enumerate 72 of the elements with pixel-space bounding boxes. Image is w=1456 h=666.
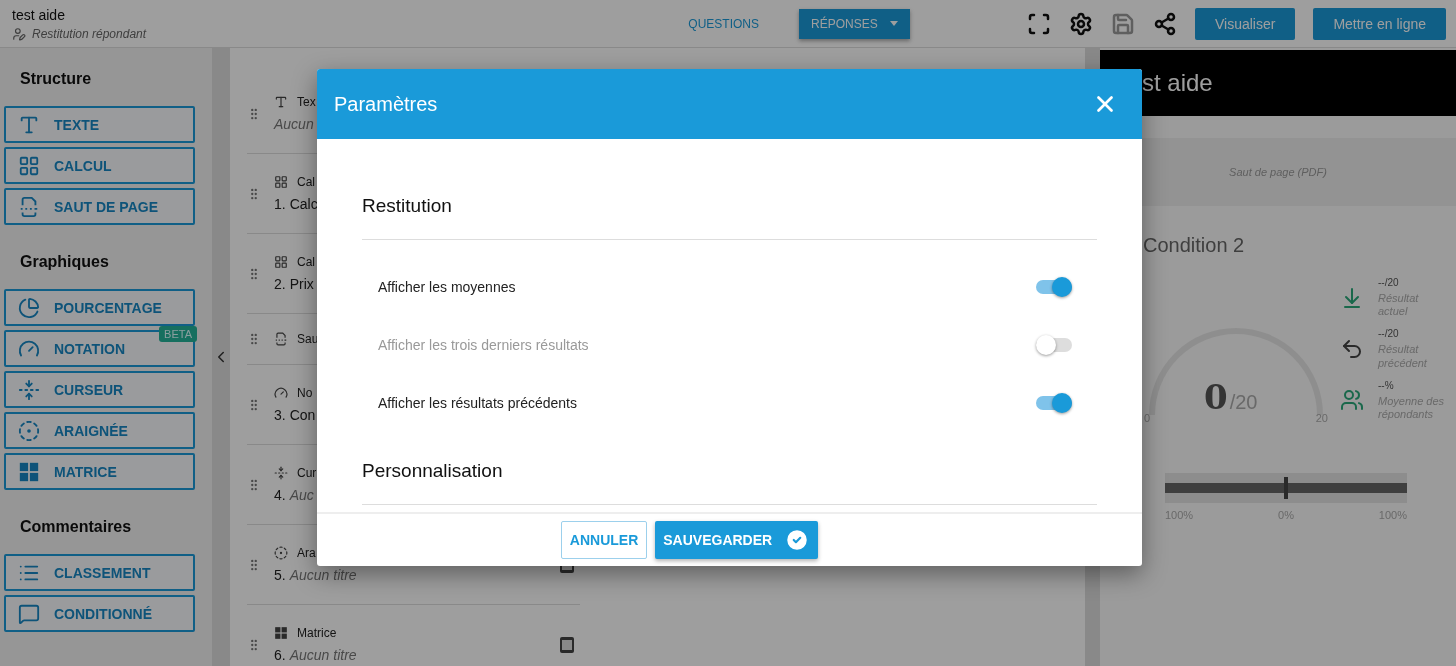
element-type: Matrice bbox=[297, 626, 337, 640]
element-button[interactable]: TEXTE bbox=[4, 106, 195, 143]
stat-value: --/20 bbox=[1378, 328, 1400, 340]
section-title: Graphiques bbox=[19, 252, 110, 272]
element-type-icon bbox=[274, 175, 288, 189]
toggle-switch[interactable] bbox=[1036, 280, 1072, 294]
element-button[interactable]: SAUT DE PAGE bbox=[4, 188, 195, 225]
tab[interactable]: RÉPONSES bbox=[799, 8, 910, 39]
setting-label: Afficher les résultats précédents bbox=[378, 395, 577, 411]
element-title: 6. Aucun titre bbox=[274, 647, 357, 663]
element-button[interactable]: CALCUL bbox=[4, 147, 195, 184]
project-title: test aide bbox=[12, 6, 66, 23]
element-title: 2. Prix bbox=[274, 276, 314, 292]
element-title: 1. Calc bbox=[274, 196, 318, 212]
element-type-icon bbox=[274, 546, 288, 560]
setting-label: Afficher les trois derniers résultats bbox=[378, 337, 589, 353]
section-title: Commentaires bbox=[19, 517, 133, 537]
toggle-switch[interactable] bbox=[1036, 396, 1072, 410]
cancel-button[interactable]: ANNULER bbox=[560, 521, 648, 559]
element-button[interactable]: CONDITIONNÉ bbox=[4, 595, 195, 632]
element-icon bbox=[18, 460, 40, 483]
settings-icon[interactable] bbox=[1068, 11, 1093, 36]
element-button[interactable]: POURCENTAGE bbox=[4, 289, 195, 326]
element-button[interactable]: CURSEUR bbox=[4, 371, 195, 408]
element-icon bbox=[18, 296, 40, 319]
settings-section-title: Personnalisation bbox=[362, 460, 1097, 505]
element-title: 4. Auc bbox=[274, 487, 314, 503]
element-type: Ara bbox=[297, 546, 316, 560]
tablet-icon[interactable] bbox=[560, 636, 574, 653]
dialog-title: Paramètres bbox=[334, 92, 438, 116]
element-title: 3. Con bbox=[274, 407, 316, 423]
element-button[interactable]: MATRICE bbox=[4, 453, 195, 490]
element-type-icon bbox=[274, 255, 288, 269]
gauge-value: 0 bbox=[1204, 377, 1228, 417]
stat-value: --/20 bbox=[1378, 277, 1400, 288]
beta-badge: BETA bbox=[159, 326, 197, 342]
element-icon bbox=[18, 154, 40, 177]
condition-title: Condition 2 bbox=[1142, 233, 1246, 257]
caret-icon bbox=[889, 21, 898, 26]
save-button[interactable]: SAUVEGARDER bbox=[655, 521, 819, 559]
element-type-icon bbox=[274, 466, 288, 480]
header-button[interactable]: Mettre en ligne bbox=[1313, 7, 1446, 40]
stat-value: --% bbox=[1378, 379, 1395, 391]
element-title: 5. Aucun titre bbox=[274, 567, 357, 583]
element-icon bbox=[18, 195, 40, 218]
element-button[interactable]: ARAIGNÉE bbox=[4, 412, 195, 449]
element-title: Aucun bbox=[274, 116, 314, 132]
element-type: Tex bbox=[297, 95, 316, 109]
element-type-icon bbox=[274, 626, 288, 640]
element-icon bbox=[18, 419, 40, 442]
element-icon bbox=[18, 602, 40, 625]
settings-section-title: Restitution bbox=[362, 195, 1097, 240]
setting-label: Afficher les moyennes bbox=[378, 279, 516, 295]
preview-title: st aide bbox=[1100, 50, 1456, 116]
element-type: No bbox=[297, 386, 313, 400]
fullscreen-icon[interactable] bbox=[1026, 11, 1051, 36]
user-edit-icon bbox=[12, 26, 26, 41]
element-type-icon bbox=[274, 95, 288, 109]
element-row[interactable]: Matrice 6. Aucun titre bbox=[247, 605, 580, 666]
element-type: Cur bbox=[297, 466, 317, 480]
element-type: Cal bbox=[297, 175, 315, 189]
section-title: Structure bbox=[19, 69, 93, 89]
share-icon[interactable] bbox=[1152, 11, 1177, 36]
stat-icon bbox=[1340, 388, 1364, 413]
tab[interactable]: QUESTIONS bbox=[676, 8, 771, 39]
element-type-icon bbox=[274, 386, 288, 400]
element-icon bbox=[18, 378, 40, 401]
element-button[interactable]: CLASSEMENT bbox=[4, 554, 195, 591]
element-type-icon bbox=[274, 332, 288, 346]
element-type: Cal bbox=[297, 255, 315, 269]
header-button[interactable]: Visualiser bbox=[1194, 7, 1296, 40]
project-subtitle: Restitution répondant bbox=[32, 26, 147, 41]
